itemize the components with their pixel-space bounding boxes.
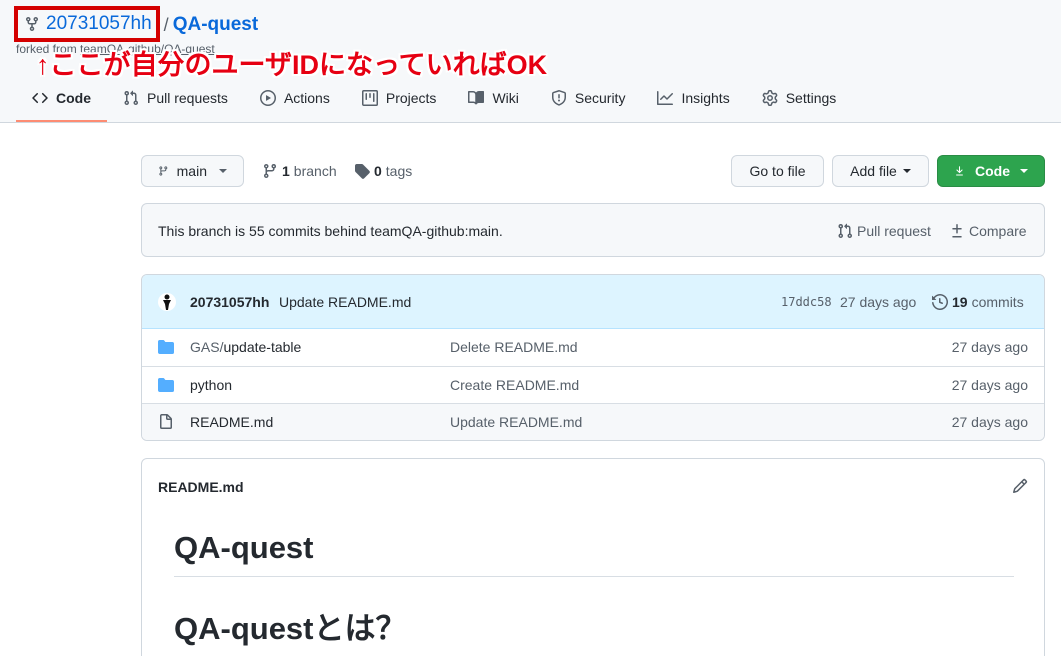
code-icon bbox=[32, 92, 48, 104]
latest-commit-row: 20731057hh Update README.md 17ddc58 27 d… bbox=[142, 275, 1044, 329]
tab-pull-requests-label: Pull requests bbox=[147, 90, 228, 106]
git-branch-icon bbox=[263, 164, 276, 179]
tab-settings-label: Settings bbox=[785, 90, 837, 106]
file-row[interactable]: python Create README.md 27 days ago bbox=[142, 366, 1044, 403]
commit-age: 27 days ago bbox=[840, 294, 917, 310]
book-icon bbox=[468, 90, 485, 105]
file-name-link[interactable]: python bbox=[190, 377, 232, 393]
history-icon bbox=[932, 294, 948, 310]
pull-request-link[interactable]: Pull request bbox=[837, 223, 931, 239]
code-button-label: Code bbox=[975, 163, 1010, 179]
chevron-down-icon bbox=[219, 169, 227, 173]
tab-wiki[interactable]: Wiki bbox=[452, 78, 534, 118]
tab-code[interactable]: Code bbox=[16, 78, 107, 122]
commit-author-link[interactable]: 20731057hh bbox=[190, 294, 269, 310]
readme-panel: README.md QA-quest QA-questとは？ bbox=[141, 458, 1045, 656]
compare-link-label: Compare bbox=[969, 223, 1027, 239]
tags-link[interactable]: 0 tags bbox=[354, 162, 412, 180]
file-commit-message[interactable]: Delete README.md bbox=[450, 339, 578, 355]
repo-name-link[interactable]: QA-quest bbox=[173, 14, 259, 36]
owner-highlight-box: 20731057hh bbox=[14, 5, 160, 42]
branch-select-button[interactable]: main bbox=[141, 155, 244, 187]
file-age: 27 days ago bbox=[951, 414, 1028, 430]
readme-heading-2: QA-questとは？ bbox=[174, 603, 1014, 656]
git-branch-icon bbox=[159, 166, 168, 176]
readme-filename: README.md bbox=[158, 479, 244, 495]
chevron-down-icon bbox=[1020, 169, 1028, 173]
file-age: 27 days ago bbox=[951, 377, 1028, 393]
repo-nav-tabs: Code Pull requests Actions Projects Wiki… bbox=[16, 78, 852, 123]
branch-status-box: This branch is 55 commits behind teamQA-… bbox=[141, 203, 1045, 257]
repo-owner-link[interactable]: 20731057hh bbox=[46, 13, 152, 35]
tag-icon bbox=[355, 164, 370, 179]
file-row[interactable]: GAS/update-table Delete README.md 27 day… bbox=[142, 329, 1044, 366]
pull-request-link-label: Pull request bbox=[857, 223, 931, 239]
folder-icon bbox=[158, 340, 174, 354]
tab-actions-label: Actions bbox=[283, 90, 330, 106]
download-icon bbox=[956, 166, 963, 176]
branch-label: branch bbox=[293, 163, 337, 179]
tab-security[interactable]: Security bbox=[535, 78, 642, 118]
tab-projects[interactable]: Projects bbox=[346, 78, 453, 118]
add-file-button[interactable]: Add file bbox=[832, 155, 929, 187]
file-commit-message[interactable]: Update README.md bbox=[450, 414, 582, 430]
commit-count-label: commits bbox=[971, 294, 1024, 310]
commit-message-link[interactable]: Update README.md bbox=[279, 294, 411, 310]
tab-code-label: Code bbox=[56, 90, 91, 106]
repo-path-separator: / bbox=[163, 14, 169, 35]
pull-request-icon bbox=[838, 223, 853, 239]
go-to-file-button[interactable]: Go to file bbox=[731, 155, 824, 187]
shield-icon bbox=[551, 90, 566, 106]
branch-name: main bbox=[176, 163, 207, 179]
chevron-down-icon bbox=[902, 169, 911, 173]
play-icon bbox=[259, 90, 276, 106]
file-name-link[interactable]: README.md bbox=[190, 414, 273, 430]
branch-status-message: This branch is 55 commits behind teamQA-… bbox=[158, 223, 503, 239]
project-icon bbox=[361, 90, 378, 106]
file-name: update-table bbox=[223, 339, 302, 355]
file-icon bbox=[160, 414, 172, 429]
file-age: 27 days ago bbox=[951, 339, 1028, 355]
code-button[interactable]: Code bbox=[937, 155, 1045, 187]
graph-icon bbox=[657, 91, 674, 105]
tab-pull-requests[interactable]: Pull requests bbox=[107, 78, 244, 118]
tab-actions[interactable]: Actions bbox=[244, 78, 346, 118]
tab-settings[interactable]: Settings bbox=[746, 78, 853, 118]
file-name-link[interactable]: GAS/update-table bbox=[190, 339, 301, 355]
gear-icon bbox=[762, 90, 778, 106]
file-browser: 20731057hh Update README.md 17ddc58 27 d… bbox=[141, 274, 1045, 441]
avatar[interactable] bbox=[158, 293, 176, 311]
add-file-label: Add file bbox=[850, 163, 897, 179]
tab-projects-label: Projects bbox=[385, 90, 437, 106]
avatar-image bbox=[163, 294, 171, 310]
file-path-prefix: GAS/ bbox=[190, 339, 224, 355]
tag-label: tags bbox=[385, 163, 413, 179]
file-row[interactable]: README.md Update README.md 27 days ago bbox=[142, 403, 1044, 440]
branch-count: 1 bbox=[282, 163, 290, 179]
repo-forked-icon bbox=[26, 16, 38, 31]
tab-wiki-label: Wiki bbox=[492, 90, 519, 106]
commit-history-link[interactable]: 19 commits bbox=[932, 294, 1024, 310]
tab-security-label: Security bbox=[574, 90, 626, 106]
annotation-callout: ↑ここが自分のユーザIDになっていればOK bbox=[36, 50, 548, 80]
readme-heading-1: QA-quest bbox=[174, 530, 1014, 577]
go-to-file-label: Go to file bbox=[749, 163, 806, 179]
folder-icon bbox=[158, 378, 174, 392]
diff-icon bbox=[952, 224, 962, 238]
branches-link[interactable]: 1 branch bbox=[262, 162, 337, 180]
repo-title: 20731057hh / QA-quest bbox=[14, 5, 259, 42]
tab-insights-label: Insights bbox=[681, 90, 730, 106]
file-commit-message[interactable]: Create README.md bbox=[450, 377, 579, 393]
pencil-icon[interactable] bbox=[1012, 478, 1028, 494]
commit-sha-link[interactable]: 17ddc58 bbox=[781, 295, 832, 309]
commit-count: 19 bbox=[952, 294, 968, 310]
pull-request-icon bbox=[124, 90, 139, 106]
repo-header: 20731057hh / QA-quest forked from teamQA… bbox=[0, 0, 1061, 123]
tab-insights[interactable]: Insights bbox=[641, 78, 745, 118]
compare-link[interactable]: Compare bbox=[949, 223, 1027, 239]
tag-count: 0 bbox=[374, 163, 382, 179]
